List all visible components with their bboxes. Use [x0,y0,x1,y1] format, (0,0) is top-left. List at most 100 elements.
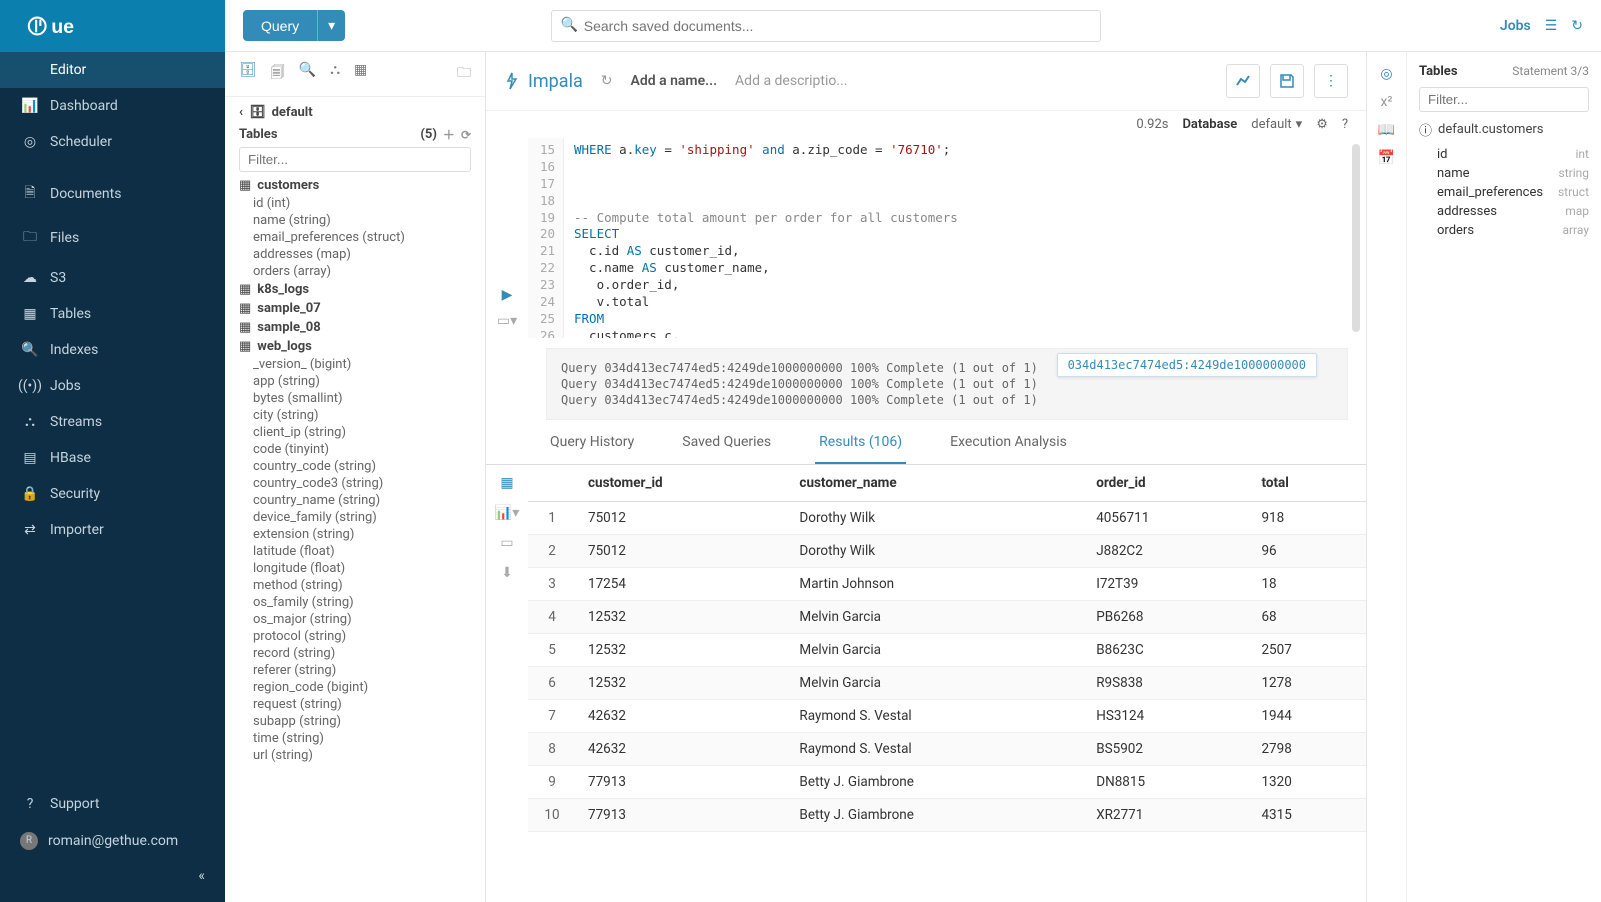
presentation-mode-icon[interactable]: ▭▾ [497,313,517,329]
table-row[interactable]: 412532Melvin GarciaPB626868 [528,601,1366,634]
column-item[interactable]: os_family (string) [253,594,471,611]
column-item[interactable]: extension (string) [253,526,471,543]
table-row[interactable]: 175012Dorothy Wilk4056711918 [528,502,1366,535]
more-menu-button[interactable]: ⋮ [1314,64,1348,98]
add-table-icon[interactable]: ＋ [443,126,455,143]
column-item[interactable]: bytes (smallint) [253,390,471,407]
nav-user[interactable]: Rromain@gethue.com [0,822,225,860]
grid-view-icon[interactable]: ▦ [500,475,513,491]
apps-icon[interactable]: ▦ [354,62,367,86]
jobs-panel-icon[interactable]: ☰ [1545,18,1558,34]
assistant-tab-icon[interactable]: ◎ [1380,66,1392,82]
column-header[interactable]: order_id [1084,465,1249,502]
table-row[interactable]: 842632Raymond S. VestalBS59022798 [528,733,1366,766]
jobs-link[interactable]: Jobs [1500,18,1531,34]
help-icon[interactable]: ? [1342,117,1348,132]
column-item[interactable]: _version_ (bigint) [253,356,471,373]
sql-editor[interactable]: 1516171819202122232425262728 WHERE a.key… [528,138,1366,338]
nav-item-indexes[interactable]: 🔍Indexes [0,332,225,368]
db-source-icon[interactable]: 🗄 [239,62,257,86]
column-header[interactable]: customer_name [787,465,1084,502]
column-item[interactable]: device_family (string) [253,509,471,526]
search-input[interactable] [551,10,1101,42]
column-item[interactable]: code (tinyint) [253,441,471,458]
nav-item-tables[interactable]: ▦Tables [0,296,225,332]
engine-selector[interactable]: Impala [504,71,583,92]
column-item[interactable]: protocol (string) [253,628,471,645]
column-item[interactable]: time (string) [253,730,471,747]
hdfs-source-icon[interactable]: 🗐 [271,62,285,86]
column-item[interactable]: addresses (map) [253,246,471,263]
nav-item-editor[interactable]: Editor [0,52,225,88]
nav-item-jobs[interactable]: ((•))Jobs [0,368,225,404]
nav-item-s3[interactable]: ☁S3 [0,260,225,296]
column-item[interactable]: method (string) [253,577,471,594]
result-tab-0[interactable]: Query History [546,434,638,464]
settings-icon[interactable]: ⚙ [1316,117,1328,132]
assist-column[interactable]: addressesmap [1437,202,1589,221]
query-dropdown-caret[interactable]: ▾ [317,10,345,41]
nav-item-files[interactable]: 🗀Files [0,216,225,260]
chart-view-icon[interactable]: 📊▾ [495,505,519,521]
table-k8s_logs[interactable]: ▦ k8s_logs [239,280,471,299]
add-description-input[interactable]: Add a descriptio... [735,73,847,89]
column-item[interactable]: city (string) [253,407,471,424]
column-item[interactable]: record (string) [253,645,471,662]
result-tab-2[interactable]: Results (106) [815,434,906,464]
sitemap-icon[interactable]: ⛬ [330,62,340,86]
column-item[interactable]: url (string) [253,747,471,764]
column-item[interactable]: id (int) [253,195,471,212]
column-item[interactable]: email_preferences (struct) [253,229,471,246]
column-header[interactable]: total [1249,465,1366,502]
table-row[interactable]: 1077913Betty J. GiambroneXR27714315 [528,799,1366,832]
chart-button[interactable] [1226,64,1260,98]
history-icon[interactable]: ↻ [1571,18,1583,34]
column-item[interactable]: longitude (float) [253,560,471,577]
table-row[interactable]: 612532Melvin GarciaR9S8381278 [528,667,1366,700]
assist-breadcrumb[interactable]: ‹ 🗄 default [239,105,471,120]
result-tab-3[interactable]: Execution Analysis [946,434,1071,464]
column-item[interactable]: country_code (string) [253,458,471,475]
save-button[interactable] [1270,64,1304,98]
nav-item-importer[interactable]: ⇄Importer [0,512,225,548]
assist-right-table[interactable]: ⓘ default.customers [1419,120,1589,139]
column-item[interactable]: request (string) [253,696,471,713]
schedule-tab-icon[interactable]: 📅 [1378,150,1395,166]
column-item[interactable]: country_name (string) [253,492,471,509]
table-row[interactable]: 512532Melvin GarciaB8623C2507 [528,634,1366,667]
editor-scrollbar[interactable] [1352,144,1360,332]
nav-item-security[interactable]: 🔒Security [0,476,225,512]
columns-view-icon[interactable]: ▭ [500,535,513,551]
column-item[interactable]: name (string) [253,212,471,229]
nav-item-scheduler[interactable]: ◎Scheduler [0,124,225,160]
nav-item-hbase[interactable]: ▤HBase [0,440,225,476]
column-item[interactable]: os_major (string) [253,611,471,628]
add-name-input[interactable]: Add a name... [630,73,717,89]
table-row[interactable]: 275012Dorothy WilkJ882C296 [528,535,1366,568]
column-item[interactable]: app (string) [253,373,471,390]
column-header[interactable]: customer_id [576,465,787,502]
nav-support[interactable]: ?Support [0,786,225,822]
assist-column[interactable]: email_preferencesstruct [1437,183,1589,202]
documents-source-icon[interactable]: 🗀 [457,62,471,86]
table-web_logs[interactable]: ▦ web_logs [239,337,471,356]
column-item[interactable]: region_code (bigint) [253,679,471,696]
download-icon[interactable]: ⬇ [501,565,513,581]
table-customers[interactable]: ▦ customers [239,176,471,195]
column-item[interactable]: orders (array) [253,263,471,280]
assist-column[interactable]: ordersarray [1437,221,1589,240]
nav-item-dashboard[interactable]: 📊Dashboard [0,88,225,124]
query-button[interactable]: Query [243,10,317,41]
assist-column[interactable]: idint [1437,145,1589,164]
nav-item-streams[interactable]: ⛬Streams [0,404,225,440]
search-source-icon[interactable]: 🔍 [299,62,316,86]
column-item[interactable]: client_ip (string) [253,424,471,441]
table-row[interactable]: 742632Raymond S. VestalHS31241944 [528,700,1366,733]
table-sample_08[interactable]: ▦ sample_08 [239,318,471,337]
run-query-button[interactable]: ▶ [502,287,513,303]
tables-filter-input[interactable] [239,147,471,172]
sidebar-collapse-icon[interactable]: « [0,860,225,892]
reload-editor-icon[interactable]: ↻ [601,64,613,98]
assist-column[interactable]: namestring [1437,164,1589,183]
column-item[interactable]: subapp (string) [253,713,471,730]
